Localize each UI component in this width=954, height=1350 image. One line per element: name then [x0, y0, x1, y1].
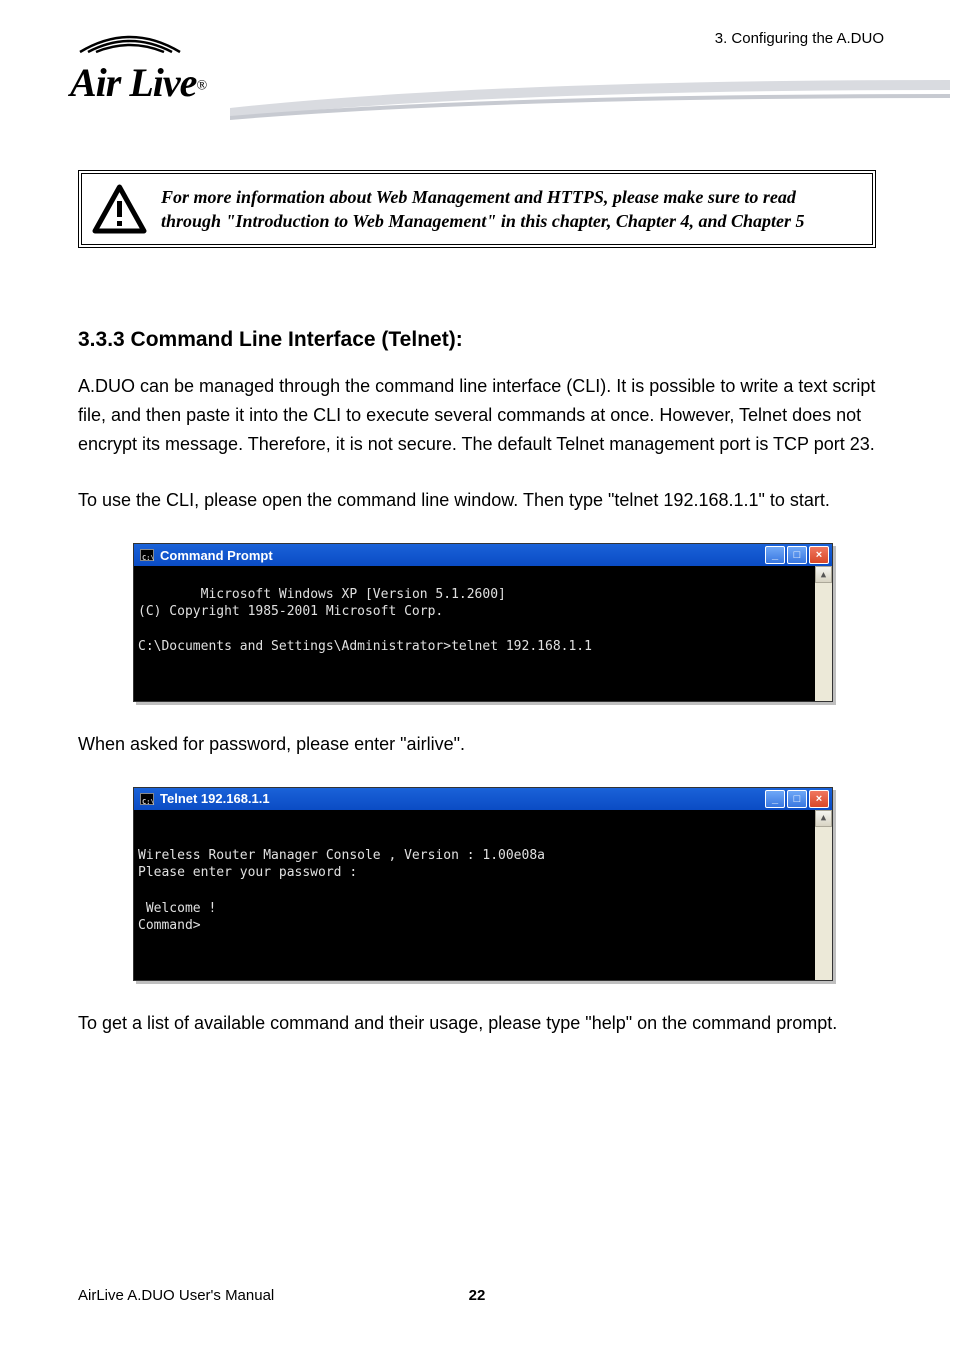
scroll-track-gap — [815, 827, 832, 980]
header-swoosh — [230, 78, 950, 126]
scrollbar[interactable]: ▲ — [815, 566, 832, 701]
console-output: Microsoft Windows XP [Version 5.1.2600] … — [138, 587, 592, 655]
console-output: Wireless Router Manager Console , Versio… — [138, 848, 545, 933]
paragraph-password: When asked for password, please enter "a… — [78, 730, 876, 759]
cmd-icon — [140, 793, 154, 805]
scrollbar[interactable]: ▲ — [815, 810, 832, 980]
maximize-button[interactable]: □ — [787, 546, 807, 564]
close-button[interactable]: × — [809, 790, 829, 808]
command-prompt-body: Microsoft Windows XP [Version 5.1.2600] … — [134, 566, 832, 701]
command-prompt-title: Command Prompt — [160, 548, 273, 563]
scroll-track-gap — [815, 583, 832, 701]
page-footer: AirLive A.DUO User's Manual 22 — [78, 1287, 876, 1304]
telnet-titlebar: Telnet 192.168.1.1 _ □ × — [134, 788, 832, 810]
paragraph-help: To get a list of available command and t… — [78, 1009, 876, 1038]
telnet-window: Telnet 192.168.1.1 _ □ × Wireless Router… — [133, 787, 833, 981]
footer-manual-name: AirLive A.DUO User's Manual — [78, 1287, 274, 1304]
warning-callout: For more information about Web Managemen… — [78, 170, 876, 248]
command-prompt-titlebar: Command Prompt _ □ × — [134, 544, 832, 566]
minimize-button[interactable]: _ — [765, 790, 785, 808]
logo-arcs-icon — [70, 28, 190, 54]
telnet-body: Wireless Router Manager Console , Versio… — [134, 810, 832, 980]
close-button[interactable]: × — [809, 546, 829, 564]
brand-logo: Air Live® — [70, 28, 207, 106]
cmd-icon — [140, 549, 154, 561]
minimize-button[interactable]: _ — [765, 546, 785, 564]
scroll-up-icon[interactable]: ▲ — [815, 566, 832, 583]
paragraph-intro: A.DUO can be managed through the command… — [78, 372, 876, 458]
logo-text: Air Live — [70, 60, 196, 105]
chapter-reference: 3. Configuring the A.DUO — [715, 30, 884, 47]
telnet-title: Telnet 192.168.1.1 — [160, 791, 270, 806]
maximize-button[interactable]: □ — [787, 790, 807, 808]
warning-triangle-icon — [92, 184, 147, 234]
section-heading: 3.3.3 Command Line Interface (Telnet): — [78, 328, 876, 352]
scroll-up-icon[interactable]: ▲ — [815, 810, 832, 827]
footer-page-number: 22 — [469, 1287, 486, 1304]
warning-text: For more information about Web Managemen… — [161, 185, 858, 234]
registered-mark: ® — [196, 79, 207, 94]
command-prompt-window: Command Prompt _ □ × Microsoft Windows X… — [133, 543, 833, 702]
paragraph-cli-start: To use the CLI, please open the command … — [78, 486, 876, 515]
